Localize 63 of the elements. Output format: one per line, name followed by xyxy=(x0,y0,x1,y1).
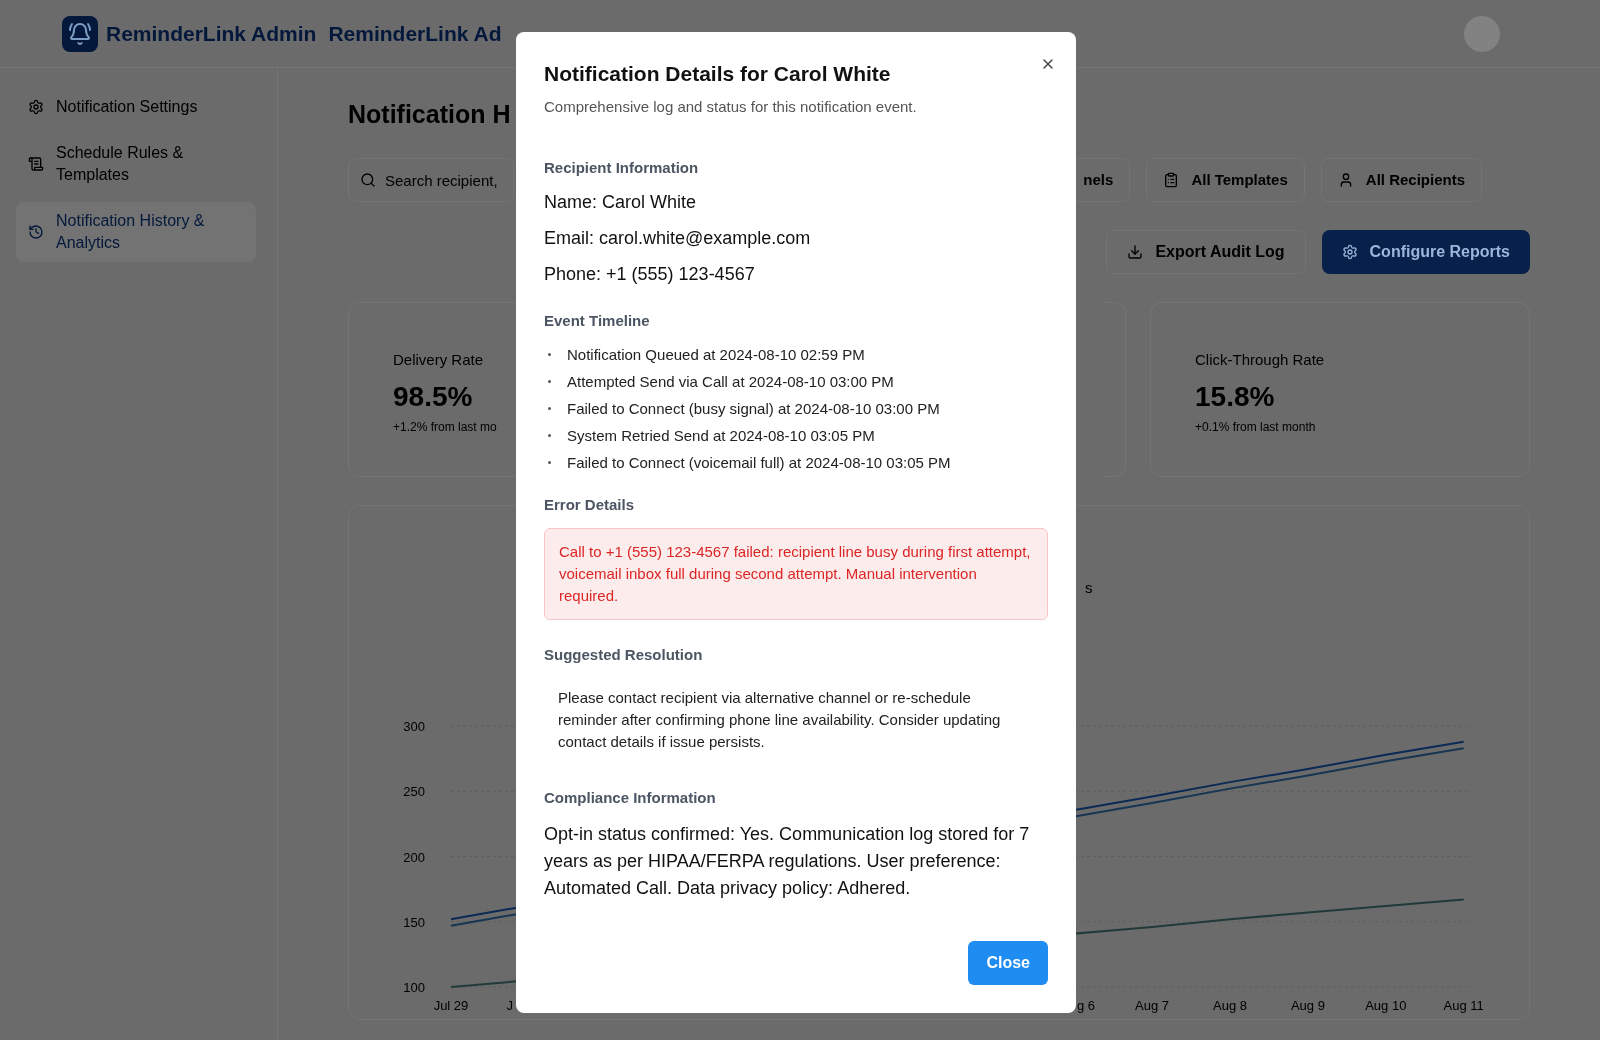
history-icon xyxy=(28,224,44,240)
page-title: Notification H xyxy=(348,99,511,130)
bell-logo-icon xyxy=(62,15,98,52)
timeline-event: Failed to Connect (busy signal) at 2024-08-10 03:00 PM xyxy=(567,398,940,418)
close-button[interactable]: Close xyxy=(968,941,1048,985)
timeline-event: Notification Queued at 2024-08-10 02:59 PM xyxy=(567,344,865,364)
gear-icon xyxy=(1341,244,1358,260)
x-axis-label: Aug 10 xyxy=(1365,998,1407,1013)
bullet-icon xyxy=(548,352,551,356)
stat-label: Delivery Rate xyxy=(393,350,484,370)
recipient-detail: Name: Carol White xyxy=(544,191,698,214)
brand-name: ReminderLink Admin xyxy=(106,20,317,47)
export-button[interactable]: Export Audit Log xyxy=(1106,230,1306,274)
timeline-event: Attempted Send via Call at 2024-08-10 03:00 PM xyxy=(567,371,894,391)
stat-value: 98.5% xyxy=(393,379,473,414)
stat-label: Click-Through Rate xyxy=(1195,350,1325,370)
sidebar-item[interactable]: Notification Settings xyxy=(16,88,256,126)
section-heading: Compliance Information xyxy=(544,787,717,808)
y-axis-label: 100 xyxy=(403,980,425,995)
x-axis-label: Jul 29 xyxy=(433,998,469,1013)
stat-value: 15.8% xyxy=(1195,379,1275,414)
x-axis-label: J xyxy=(506,998,513,1013)
section-heading: Event Timeline xyxy=(544,311,651,331)
y-axis-label: 200 xyxy=(403,849,425,865)
x-axis-label: g 6 xyxy=(1077,998,1096,1013)
header-title: ReminderLink Ad xyxy=(328,20,502,47)
filter-dropdown[interactable]: All Recipients xyxy=(1320,158,1482,202)
search-icon xyxy=(360,172,376,188)
compliance-text: Opt-in status confirmed: Yes. Communication log stored for 7 years as per HIPAA/FERPA regulations. User preference: Automated Call. Data privacy policy: Adhered. xyxy=(544,823,1031,900)
dialog-subtitle: Comprehensive log and status for this notification event. xyxy=(544,97,918,117)
dialog-title: Notification Details for Carol White xyxy=(544,61,892,87)
timeline-event: Failed to Connect (voicemail full) at 2024-08-10 03:05 PM xyxy=(567,452,951,472)
x-axis-label: Aug 7 xyxy=(1135,998,1170,1013)
legend-label: s xyxy=(1085,579,1093,596)
y-axis-label: 300 xyxy=(403,719,425,734)
section-heading: Suggested Resolution xyxy=(544,645,704,665)
configure-button[interactable]: Configure Reports xyxy=(1321,230,1530,274)
bullet-icon xyxy=(548,460,551,464)
sidebar-item[interactable]: Schedule Rules & Templates xyxy=(16,134,256,194)
bullet-icon xyxy=(548,379,551,383)
sidebar-item[interactable]: Notification History & Analytics xyxy=(16,202,256,262)
x-axis-label: Aug 11 xyxy=(1443,998,1484,1013)
recipient-detail: Phone: +1 (555) 123-4567 xyxy=(544,263,756,286)
download-icon xyxy=(1127,244,1144,260)
section-heading: Error Details xyxy=(544,494,636,515)
bullet-icon xyxy=(548,406,551,410)
y-axis-label: 150 xyxy=(403,914,425,930)
x-axis-label: Aug 9 xyxy=(1290,998,1325,1013)
search-field[interactable]: Search recipient, xyxy=(348,158,514,202)
stat-change: +0.1% from last month xyxy=(1195,418,1316,436)
timeline-event: System Retried Send at 2024-08-10 03:05 PM xyxy=(567,425,875,445)
bullet-icon xyxy=(548,433,551,437)
clipboard-icon xyxy=(1163,172,1180,188)
error-message: Call to +1 (555) 123-4567 failed: recipient line busy during first attempt, voicemail inbox full during second attempt. Manual intervention required. xyxy=(544,528,1048,620)
stat-change: +1.2% from last mo xyxy=(393,418,497,436)
x-axis-label: Aug 8 xyxy=(1213,998,1247,1013)
gear-icon xyxy=(28,99,44,115)
filter-dropdown[interactable]: All Templates xyxy=(1146,158,1305,202)
section-heading: Recipient Information xyxy=(544,157,700,178)
resolution-text: Please contact recipient via alternative channel or re-schedule reminder after confirming phone line availability. Consider updating contact details if issue persists. xyxy=(557,687,1002,752)
recipient-detail: Email: carol.white@example.com xyxy=(544,227,812,250)
y-axis-label: 250 xyxy=(403,784,425,800)
scroll-icon xyxy=(28,156,44,172)
